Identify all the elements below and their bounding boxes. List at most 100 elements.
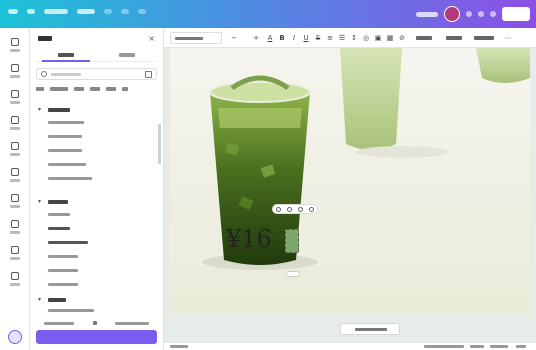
filter-icon[interactable] <box>145 71 152 78</box>
tab-2[interactable] <box>97 50 158 61</box>
cloud-save-icon[interactable] <box>138 9 146 14</box>
filter-chip[interactable] <box>106 87 116 91</box>
redo-icon[interactable] <box>121 9 129 14</box>
rail-label <box>10 205 20 208</box>
panel-title <box>38 36 52 41</box>
doc-title[interactable] <box>416 11 438 17</box>
text-icon <box>11 90 19 98</box>
list-icon[interactable]: ☰ <box>338 34 346 42</box>
panel-footer-button[interactable] <box>36 330 157 344</box>
close-icon[interactable]: × <box>148 34 155 43</box>
effects-icon[interactable]: ◎ <box>362 34 370 42</box>
more-options-icon[interactable]: ⋯ <box>504 34 512 42</box>
add-page-button[interactable] <box>340 323 400 335</box>
filter-chip[interactable] <box>90 87 100 91</box>
menu-resize[interactable] <box>44 9 68 14</box>
copy-icon[interactable] <box>287 206 292 212</box>
list-item-label <box>48 283 78 286</box>
rail-text[interactable] <box>7 90 23 106</box>
list-item-label <box>48 227 70 230</box>
font-size-value[interactable] <box>240 34 250 42</box>
zoom-level[interactable] <box>470 345 484 348</box>
rail-photos[interactable] <box>7 246 23 262</box>
filter-chip[interactable] <box>36 87 44 91</box>
list-item-label <box>48 269 78 272</box>
rail-apps[interactable] <box>7 220 23 236</box>
more-icon[interactable] <box>309 206 314 212</box>
panel-scrollbar[interactable] <box>158 124 161 164</box>
rotate-icon[interactable] <box>276 206 281 212</box>
price-tag-box[interactable] <box>285 229 299 253</box>
align-icon[interactable]: ≡ <box>326 34 334 42</box>
section-header[interactable]: ▾ <box>38 198 155 206</box>
page-counter[interactable] <box>490 345 508 348</box>
tab-1[interactable] <box>36 50 97 62</box>
toolbar-action[interactable] <box>474 36 494 40</box>
font-size-decrease-icon[interactable]: − <box>230 34 238 42</box>
rail-more[interactable] <box>7 272 23 288</box>
toolbar-action[interactable] <box>416 36 432 40</box>
uploads-icon <box>11 142 19 150</box>
add-collaborator-icon[interactable] <box>466 11 472 17</box>
delete-icon[interactable] <box>298 206 303 212</box>
share-button[interactable] <box>502 7 530 21</box>
rail-uploads[interactable] <box>7 142 23 158</box>
list-item-label <box>48 213 70 216</box>
notes-button[interactable] <box>170 345 188 348</box>
font-family-select[interactable] <box>170 32 222 44</box>
element-quick-actions <box>272 204 318 214</box>
projects-icon <box>11 194 19 202</box>
edit-toolbar: − + A B I U S ≡ ☰ ↕ ◎ ▣ ▦ ⊘ ⋯ <box>164 28 536 48</box>
filter-chip[interactable] <box>74 87 84 91</box>
price-text[interactable]: ¥16 <box>226 225 272 253</box>
rail-draw[interactable] <box>7 168 23 184</box>
magic-icon[interactable] <box>8 330 22 344</box>
chevron-down-icon: ▾ <box>38 198 42 205</box>
bold-icon[interactable]: B <box>278 34 286 42</box>
menu-home[interactable] <box>8 9 18 14</box>
rotate-handle[interactable] <box>286 271 300 277</box>
zoom-slider[interactable] <box>424 345 464 348</box>
draw-icon <box>11 168 19 176</box>
more-icon <box>11 272 19 280</box>
stats-icon[interactable] <box>478 11 484 17</box>
search-input[interactable] <box>36 68 157 80</box>
page-label-right[interactable] <box>115 321 149 325</box>
menu-file[interactable] <box>27 9 35 14</box>
list-item-label <box>48 241 88 244</box>
product-photo[interactable] <box>170 48 530 314</box>
section-title <box>48 200 68 204</box>
link-icon[interactable]: ⊘ <box>398 34 406 42</box>
photos-icon <box>11 246 19 254</box>
filter-chip[interactable] <box>50 87 68 91</box>
rail-elements[interactable] <box>7 64 23 80</box>
section-header[interactable]: ▾ <box>38 296 155 304</box>
rail-layout[interactable] <box>7 38 23 54</box>
filter-chip[interactable] <box>122 87 128 91</box>
rail-projects[interactable] <box>7 194 23 210</box>
top-bar <box>0 0 536 28</box>
position-icon[interactable]: ▣ <box>374 34 382 42</box>
comment-icon[interactable] <box>490 11 496 17</box>
design-canvas[interactable]: ¥16 <box>164 48 536 350</box>
toolbar-action[interactable] <box>446 36 462 40</box>
transparency-icon[interactable]: ▦ <box>386 34 394 42</box>
fullscreen-icon[interactable] <box>516 345 526 348</box>
layout-icon <box>11 38 19 46</box>
avatar[interactable] <box>444 6 460 22</box>
page-label-left[interactable] <box>44 321 74 325</box>
font-size-increase-icon[interactable]: + <box>252 34 260 42</box>
spacing-icon[interactable]: ↕ <box>350 34 358 42</box>
strikethrough-icon[interactable]: S <box>314 34 322 42</box>
list-item-label <box>48 255 78 258</box>
undo-icon[interactable] <box>104 9 112 14</box>
underline-icon[interactable]: U <box>302 34 310 42</box>
tab-label <box>58 53 75 57</box>
side-panel: × ▾ ▾ ▾ <box>30 28 164 350</box>
menu-edit[interactable] <box>77 9 95 14</box>
section-header[interactable]: ▾ <box>38 106 155 114</box>
rail-brand[interactable] <box>7 116 23 132</box>
text-color-icon[interactable]: A <box>266 34 274 42</box>
italic-icon[interactable]: I <box>290 34 298 42</box>
chevron-down-icon: ▾ <box>38 296 42 303</box>
